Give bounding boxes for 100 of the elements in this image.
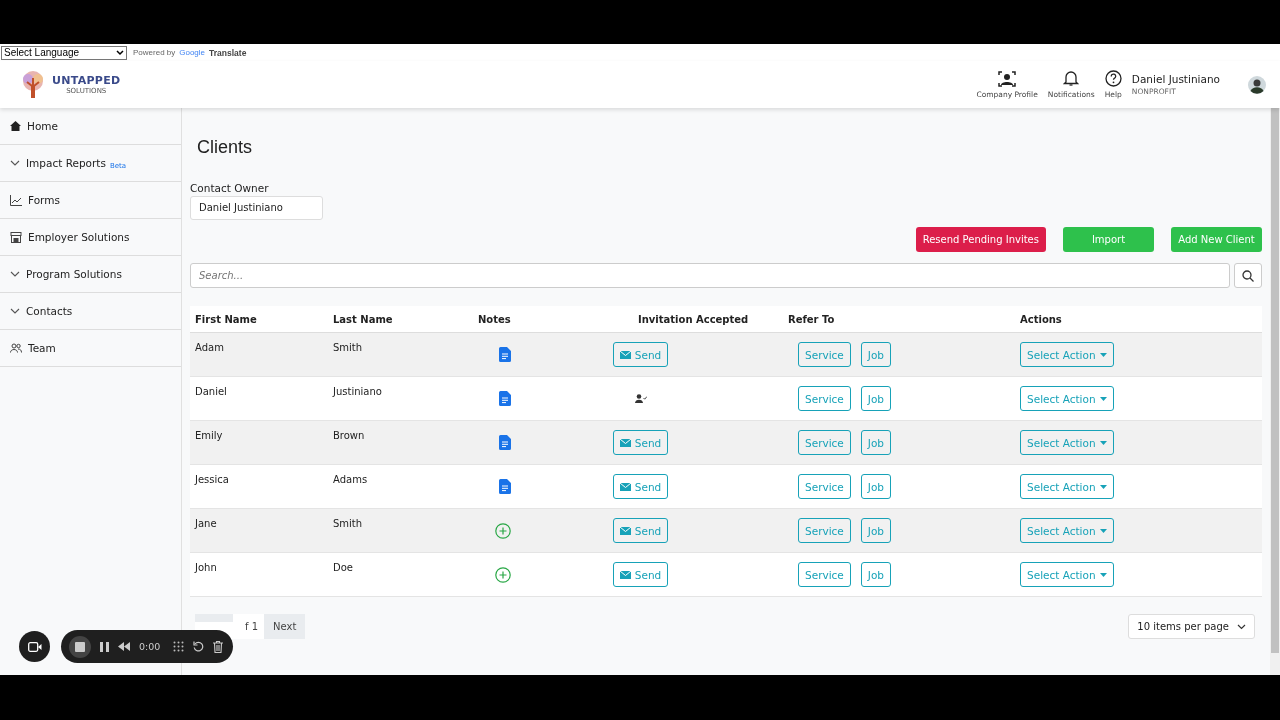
field-label: Contact Owner [190, 182, 270, 194]
document-icon[interactable] [499, 347, 511, 362]
page-info: f 1 [244, 621, 260, 632]
google-text: Google [179, 48, 206, 57]
document-icon[interactable] [499, 435, 511, 450]
envelope-icon [619, 438, 631, 447]
refer-button[interactable]: Job [860, 474, 891, 499]
refer-button[interactable]: Job [860, 562, 891, 587]
restart-icon[interactable] [193, 641, 205, 652]
sidebar-item[interactable]: Forms [0, 182, 181, 219]
caret-icon [1099, 396, 1107, 401]
envelope-icon [619, 570, 631, 579]
line-chart-icon [10, 194, 22, 206]
next-button[interactable]: Next [264, 614, 306, 639]
column-header: Actions [1019, 313, 1062, 325]
refer-button[interactable]: Service [798, 518, 851, 543]
powered-by-text: Powered by [133, 48, 176, 57]
refer-button[interactable]: Job [860, 430, 891, 455]
page-title: Clients [197, 137, 254, 158]
refer-button[interactable]: Service [798, 430, 851, 455]
sidebar-item[interactable]: Program Solutions [0, 256, 181, 293]
table-cell-text: Jessica [193, 474, 230, 485]
camera-icon [27, 641, 42, 652]
refer-button[interactable]: Job [860, 342, 891, 367]
refer-button[interactable]: Service [798, 386, 851, 411]
sidebar-item[interactable]: Home [0, 108, 181, 145]
table-cell-text: Adams [333, 474, 369, 485]
action-button[interactable]: Resend Pending Invites [915, 227, 1046, 252]
trash-icon[interactable] [213, 640, 224, 653]
bell-icon [1063, 70, 1080, 87]
pause-icon[interactable] [100, 641, 109, 652]
column-header: Refer To [788, 313, 836, 325]
envelope-icon [619, 526, 631, 535]
table-cell-text: Jane [193, 518, 218, 529]
refer-button[interactable]: Job [860, 386, 891, 411]
scrollbar-thumb[interactable] [1271, 108, 1279, 653]
recording-time: 0:00 [139, 641, 161, 652]
caret-icon [1099, 528, 1107, 533]
add-icon[interactable] [495, 522, 511, 539]
contact-owner-field[interactable]: Daniel Justiniano [190, 196, 323, 220]
search-icon [1242, 269, 1254, 282]
select-action-dropdown[interactable]: Select Action [1020, 474, 1114, 499]
profile-icon [998, 70, 1017, 87]
sidebar-item[interactable]: Employer Solutions [0, 219, 181, 256]
envelope-icon [619, 482, 631, 491]
language-select[interactable]: Select Language [1, 45, 127, 60]
chevron-icon [1237, 623, 1246, 630]
select-action-dropdown[interactable]: Select Action [1020, 386, 1114, 411]
caret-icon [1099, 440, 1107, 445]
caret-icon [1099, 572, 1107, 577]
column-header: Last Name [333, 313, 394, 325]
chevron-icon [10, 160, 20, 166]
document-icon[interactable] [499, 479, 511, 494]
refer-button[interactable]: Service [798, 562, 851, 587]
table-cell-text: Smith [333, 342, 364, 353]
rewind-icon[interactable] [118, 642, 130, 651]
home-icon [10, 121, 21, 131]
team-icon [10, 343, 22, 353]
table-cell-text: Daniel [194, 386, 228, 397]
table-cell-text: Adam [194, 342, 225, 353]
table-cell-text: Brown [333, 430, 366, 441]
select-action-dropdown[interactable]: Select Action [1020, 430, 1114, 455]
table-cell-text: John [193, 562, 218, 573]
table-cell-text: Justiniano [333, 386, 383, 397]
user-name: Daniel Justiniano [1131, 73, 1220, 85]
send-button[interactable]: Send [612, 342, 669, 367]
action-button[interactable]: Import [1063, 227, 1154, 252]
select-action-dropdown[interactable]: Select Action [1020, 342, 1114, 367]
grid-dots-icon[interactable] [173, 641, 185, 652]
add-icon[interactable] [495, 566, 511, 583]
refer-button[interactable]: Service [798, 342, 851, 367]
stop-icon [75, 641, 85, 652]
caret-icon [1099, 352, 1107, 357]
logo-title: UNTAPPED [52, 74, 121, 87]
select-action-dropdown[interactable]: Select Action [1020, 518, 1114, 543]
send-button[interactable]: Send [612, 518, 669, 543]
select-action-dropdown[interactable]: Select Action [1020, 562, 1114, 587]
column-header: Invitation Accepted [637, 313, 750, 325]
send-button[interactable]: Send [612, 474, 669, 499]
action-button[interactable]: Add New Client [1171, 227, 1262, 252]
chevron-icon [10, 271, 20, 277]
translate-link[interactable]: Translate [209, 47, 247, 58]
table-cell-text: Doe [333, 562, 354, 573]
send-button[interactable]: Send [612, 562, 669, 587]
envelope-icon [619, 350, 631, 359]
document-icon[interactable] [499, 391, 511, 406]
user-check-icon [634, 394, 647, 403]
search-button[interactable] [1234, 263, 1262, 288]
send-button[interactable]: Send [612, 430, 669, 455]
table-cell-text: Emily [194, 430, 224, 441]
items-per-page-select[interactable]: 10 items per page [1128, 614, 1255, 639]
sidebar-item[interactable]: Team [0, 330, 181, 367]
stop-button[interactable] [69, 635, 91, 658]
refer-button[interactable]: Job [860, 518, 891, 543]
search-field[interactable]: Search... [190, 263, 1230, 288]
chevron-icon [10, 308, 20, 314]
sidebar-item[interactable]: Contacts [0, 293, 181, 330]
refer-button[interactable]: Service [798, 474, 851, 499]
avatar-icon[interactable] [1248, 75, 1266, 94]
caret-icon [1099, 484, 1107, 489]
